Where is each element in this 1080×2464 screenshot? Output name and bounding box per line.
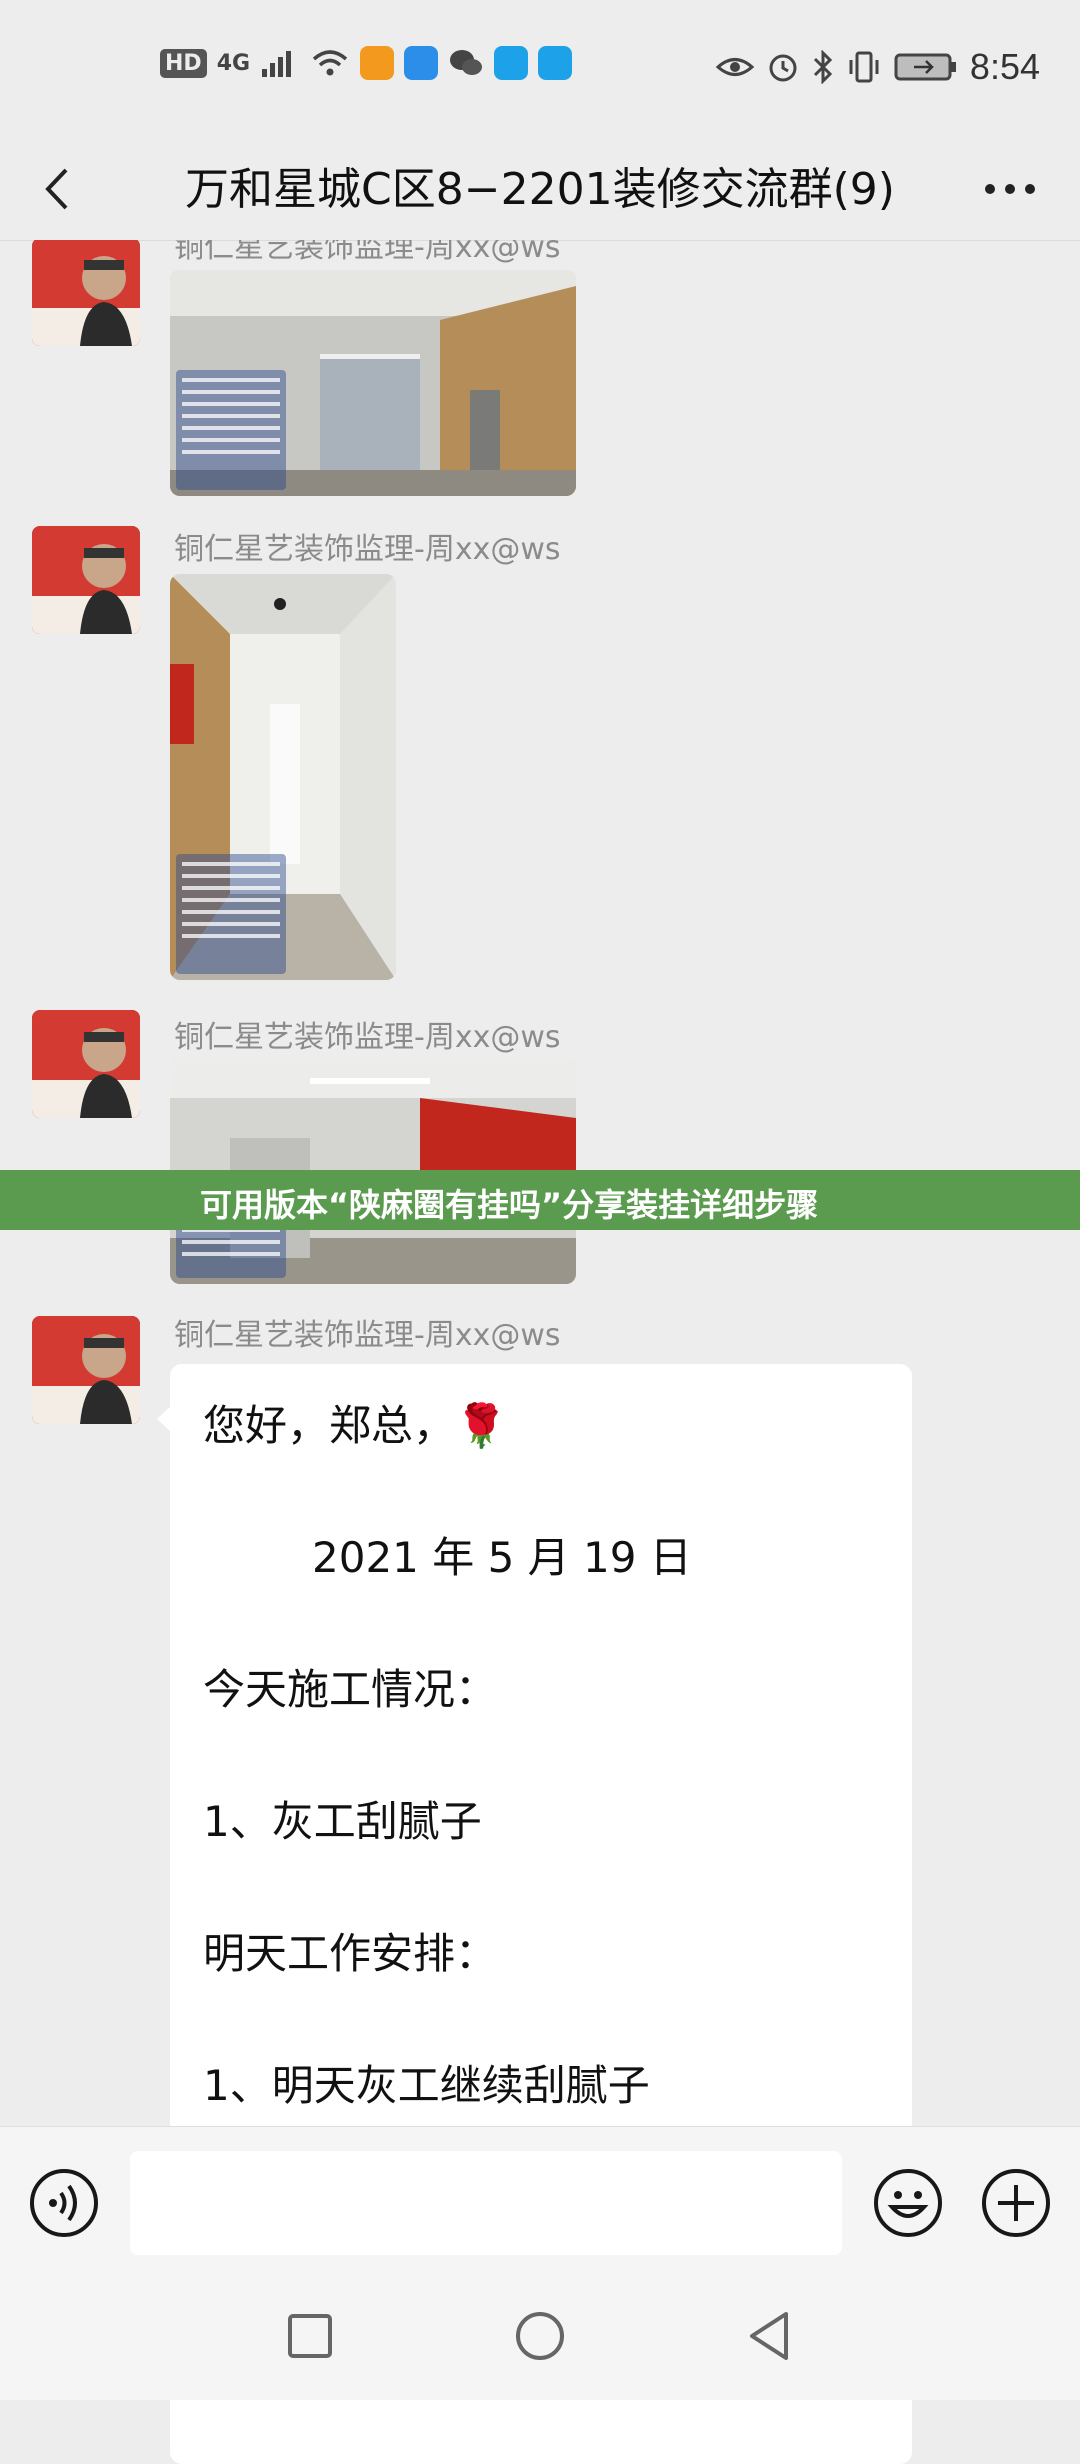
message-line: 1、明天灰工继续刮腻子 (203, 2061, 650, 2110)
message-line: 1、灰工刮腻子 (203, 1797, 482, 1846)
message-line: 您好，郑总，🌹 (203, 1401, 508, 1450)
image-message[interactable] (170, 270, 576, 496)
input-bar (0, 2126, 1080, 2279)
bubble-tail (157, 1406, 171, 1432)
sender-name: 铜仁星艺装饰监理-周xx@ws (174, 1020, 561, 1055)
clock-time: 8:54 (969, 46, 1040, 87)
message-item: 铜仁星艺装饰监理-周xx@ws (0, 1006, 1080, 1286)
sender-name: 铜仁星艺装饰监理-周xx@ws (174, 1318, 561, 1353)
message-line: 今天施工情况： (203, 1665, 498, 1714)
voice-icon[interactable] (28, 2167, 100, 2239)
status-left: HD 4G (160, 46, 573, 80)
alarm-icon (769, 54, 797, 82)
status-right: 8:54 (715, 46, 1040, 88)
wifi-icon (312, 50, 348, 76)
vibrate-icon (849, 51, 879, 83)
plus-icon[interactable] (980, 2167, 1052, 2239)
home-circle-icon[interactable] (512, 2308, 568, 2364)
emoji-icon[interactable] (872, 2167, 944, 2239)
overlay-banner: 可用版本“陕麻圈有挂吗”分享装挂详细步骤 (0, 1170, 1080, 1230)
battery-icon (894, 53, 956, 81)
system-nav-bar (0, 2278, 1080, 2400)
status-bar: HD 4G 8:54 (0, 0, 1080, 140)
avatar[interactable] (32, 1010, 140, 1118)
avatar[interactable] (32, 240, 140, 346)
hd-badge: HD (160, 48, 207, 78)
image-message[interactable] (170, 574, 396, 980)
photo-watermark (176, 370, 286, 490)
wechat-icon (450, 50, 483, 75)
message-item: 铜仁星艺装饰监理-周xx@ws (0, 240, 1080, 502)
eye-icon (715, 58, 754, 76)
chat-title: 万和星城C区8−2201装修交流群(9) (185, 164, 895, 215)
avatar-image (32, 240, 140, 346)
avatar-image (32, 1010, 140, 1118)
sender-name: 铜仁星艺装饰监理-周xx@ws (174, 240, 561, 265)
avatar-image (32, 526, 140, 634)
signal-icon (262, 51, 292, 77)
chat-header: 万和星城C区8−2201装修交流群(9) (0, 140, 1080, 241)
chevron-left-icon[interactable] (34, 164, 84, 214)
banner-text: 可用版本“陕麻圈有挂吗”分享装挂详细步骤 (200, 1186, 819, 1224)
sender-name: 铜仁星艺装饰监理-周xx@ws (174, 532, 561, 567)
avatar[interactable] (32, 1316, 140, 1424)
bluetooth-icon (813, 50, 833, 84)
tower-notification-icon (538, 46, 573, 80)
avatar-image (32, 1316, 140, 1424)
network-type: 4G (216, 50, 251, 76)
bulb-notification-icon (494, 46, 529, 80)
browser-notification-icon (404, 46, 439, 80)
photo-watermark (176, 854, 286, 974)
more-dots-icon[interactable] (980, 164, 1040, 214)
app-notification-icon (360, 46, 395, 80)
message-item: 铜仁星艺装饰监理-周xx@ws (0, 522, 1080, 982)
message-line: 明天工作安排： (203, 1929, 498, 1978)
message-input[interactable] (130, 2151, 842, 2255)
recents-square-icon[interactable] (282, 2308, 338, 2364)
avatar[interactable] (32, 526, 140, 634)
message-line: 2021 年 5 月 19 日 (312, 1533, 692, 1582)
back-triangle-icon[interactable] (742, 2308, 798, 2364)
